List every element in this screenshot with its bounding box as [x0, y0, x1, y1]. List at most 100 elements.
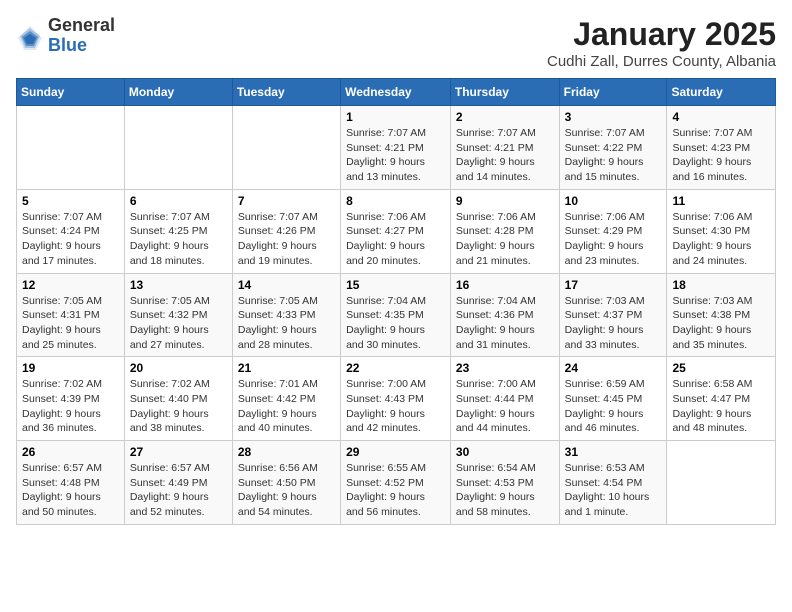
calendar-week-row: 12Sunrise: 7:05 AM Sunset: 4:31 PM Dayli…: [17, 273, 776, 357]
day-info: Sunrise: 6:54 AM Sunset: 4:53 PM Dayligh…: [456, 461, 554, 520]
day-number: 19: [22, 361, 119, 375]
table-row: 17 Sunrise: 7:03 AM Sunset: 4:37 PM Dayli…: [559, 273, 667, 357]
table-row: 21 Sunrise: 7:01 AM Sunset: 4:42 PM Dayli…: [232, 357, 340, 441]
day-number: 25: [672, 361, 770, 375]
table-row: 7 Sunrise: 7:07 AM Sunset: 4:26 PM Daylig…: [232, 189, 340, 273]
day-info: Sunrise: 7:05 AM Sunset: 4:32 PM Dayligh…: [130, 294, 227, 353]
day-number: 26: [22, 445, 119, 459]
table-row: [124, 106, 232, 190]
day-info: Sunrise: 7:00 AM Sunset: 4:44 PM Dayligh…: [456, 377, 554, 436]
table-row: [17, 106, 125, 190]
day-info: Sunrise: 7:07 AM Sunset: 4:21 PM Dayligh…: [456, 126, 554, 185]
table-row: 22Sunrise: 7:00 AM Sunset: 4:43 PM Dayli…: [341, 357, 451, 441]
day-number: 11: [672, 194, 770, 208]
day-number: 4: [672, 110, 770, 124]
day-info: Sunrise: 6:58 AM Sunset: 4:47 PM Dayligh…: [672, 377, 770, 436]
day-number: 5: [22, 194, 119, 208]
day-info: Sunrise: 7:03 AM Sunset: 4:38 PM Dayligh…: [672, 294, 770, 353]
table-row: 20 Sunrise: 7:02 AM Sunset: 4:40 PM Dayli…: [124, 357, 232, 441]
day-number: 24: [565, 361, 662, 375]
calendar-table: Sunday Monday Tuesday Wednesday Thursday…: [16, 78, 776, 525]
table-row: 28 Sunrise: 6:56 AM Sunset: 4:50 PM Dayli…: [232, 441, 340, 525]
day-number: 27: [130, 445, 227, 459]
title-block: January 2025 Cudhi Zall, Durres County, …: [547, 16, 776, 70]
table-row: 15 Sunrise: 7:04 AM Sunset: 4:35 PM Dayli…: [341, 273, 451, 357]
day-info: Sunrise: 7:07 AM Sunset: 4:26 PM Dayligh…: [238, 210, 335, 269]
table-row: 13 Sunrise: 7:05 AM Sunset: 4:32 PM Dayli…: [124, 273, 232, 357]
header-friday: Friday: [559, 79, 667, 106]
day-info: Sunrise: 7:07 AM Sunset: 4:22 PM Dayligh…: [565, 126, 662, 185]
table-row: 4 Sunrise: 7:07 AM Sunset: 4:23 PM Daylig…: [667, 106, 776, 190]
table-row: 9Sunrise: 7:06 AM Sunset: 4:28 PM Daylig…: [450, 189, 559, 273]
table-row: 8 Sunrise: 7:06 AM Sunset: 4:27 PM Daylig…: [341, 189, 451, 273]
day-number: 16: [456, 278, 554, 292]
table-row: 23 Sunrise: 7:00 AM Sunset: 4:44 PM Dayli…: [450, 357, 559, 441]
day-info: Sunrise: 6:56 AM Sunset: 4:50 PM Dayligh…: [238, 461, 335, 520]
day-number: 23: [456, 361, 554, 375]
table-row: 11Sunrise: 7:06 AM Sunset: 4:30 PM Dayli…: [667, 189, 776, 273]
table-row: 3 Sunrise: 7:07 AM Sunset: 4:22 PM Daylig…: [559, 106, 667, 190]
calendar-week-row: 1 Sunrise: 7:07 AM Sunset: 4:21 PM Daylig…: [17, 106, 776, 190]
location-subtitle: Cudhi Zall, Durres County, Albania: [547, 53, 776, 70]
header-wednesday: Wednesday: [341, 79, 451, 106]
table-row: 25 Sunrise: 6:58 AM Sunset: 4:47 PM Dayli…: [667, 357, 776, 441]
day-info: Sunrise: 7:07 AM Sunset: 4:23 PM Dayligh…: [672, 126, 770, 185]
day-info: Sunrise: 7:04 AM Sunset: 4:35 PM Dayligh…: [346, 294, 445, 353]
day-info: Sunrise: 6:55 AM Sunset: 4:52 PM Dayligh…: [346, 461, 445, 520]
day-info: Sunrise: 7:01 AM Sunset: 4:42 PM Dayligh…: [238, 377, 335, 436]
day-number: 1: [346, 110, 445, 124]
table-row: 24 Sunrise: 6:59 AM Sunset: 4:45 PM Dayli…: [559, 357, 667, 441]
day-number: 31: [565, 445, 662, 459]
logo-blue-text: Blue: [48, 36, 115, 56]
day-info: Sunrise: 7:03 AM Sunset: 4:37 PM Dayligh…: [565, 294, 662, 353]
day-number: 2: [456, 110, 554, 124]
table-row: [232, 106, 340, 190]
weekday-header-row: Sunday Monday Tuesday Wednesday Thursday…: [17, 79, 776, 106]
table-row: 30Sunrise: 6:54 AM Sunset: 4:53 PM Dayli…: [450, 441, 559, 525]
day-info: Sunrise: 6:59 AM Sunset: 4:45 PM Dayligh…: [565, 377, 662, 436]
day-number: 6: [130, 194, 227, 208]
logo-general-text: General: [48, 16, 115, 36]
day-number: 17: [565, 278, 662, 292]
table-row: 12Sunrise: 7:05 AM Sunset: 4:31 PM Dayli…: [17, 273, 125, 357]
table-row: 2 Sunrise: 7:07 AM Sunset: 4:21 PM Daylig…: [450, 106, 559, 190]
day-number: 9: [456, 194, 554, 208]
day-number: 15: [346, 278, 445, 292]
table-row: 19 Sunrise: 7:02 AM Sunset: 4:39 PM Dayli…: [17, 357, 125, 441]
header-thursday: Thursday: [450, 79, 559, 106]
day-number: 10: [565, 194, 662, 208]
day-info: Sunrise: 7:00 AM Sunset: 4:43 PM Dayligh…: [346, 377, 445, 436]
header-sunday: Sunday: [17, 79, 125, 106]
day-number: 13: [130, 278, 227, 292]
day-info: Sunrise: 6:57 AM Sunset: 4:49 PM Dayligh…: [130, 461, 227, 520]
table-row: 10 Sunrise: 7:06 AM Sunset: 4:29 PM Dayli…: [559, 189, 667, 273]
header-tuesday: Tuesday: [232, 79, 340, 106]
day-info: Sunrise: 7:06 AM Sunset: 4:27 PM Dayligh…: [346, 210, 445, 269]
day-info: Sunrise: 7:02 AM Sunset: 4:39 PM Dayligh…: [22, 377, 119, 436]
logo: General Blue: [16, 16, 115, 56]
day-info: Sunrise: 7:06 AM Sunset: 4:29 PM Dayligh…: [565, 210, 662, 269]
day-info: Sunrise: 7:07 AM Sunset: 4:25 PM Dayligh…: [130, 210, 227, 269]
calendar-week-row: 5 Sunrise: 7:07 AM Sunset: 4:24 PM Daylig…: [17, 189, 776, 273]
day-number: 14: [238, 278, 335, 292]
table-row: [667, 441, 776, 525]
logo-text: General Blue: [48, 16, 115, 56]
day-info: Sunrise: 6:53 AM Sunset: 4:54 PM Dayligh…: [565, 461, 662, 520]
calendar-week-row: 19 Sunrise: 7:02 AM Sunset: 4:39 PM Dayli…: [17, 357, 776, 441]
table-row: 6 Sunrise: 7:07 AM Sunset: 4:25 PM Daylig…: [124, 189, 232, 273]
page-header: General Blue January 2025 Cudhi Zall, Du…: [16, 16, 776, 70]
table-row: 1Sunrise: 7:07 AM Sunset: 4:21 PM Daylig…: [341, 106, 451, 190]
header-monday: Monday: [124, 79, 232, 106]
day-number: 7: [238, 194, 335, 208]
day-number: 20: [130, 361, 227, 375]
day-number: 28: [238, 445, 335, 459]
table-row: 5 Sunrise: 7:07 AM Sunset: 4:24 PM Daylig…: [17, 189, 125, 273]
day-number: 29: [346, 445, 445, 459]
day-number: 3: [565, 110, 662, 124]
day-info: Sunrise: 7:07 AM Sunset: 4:24 PM Dayligh…: [22, 210, 119, 269]
table-row: 26Sunrise: 6:57 AM Sunset: 4:48 PM Dayli…: [17, 441, 125, 525]
day-number: 18: [672, 278, 770, 292]
day-info: Sunrise: 7:02 AM Sunset: 4:40 PM Dayligh…: [130, 377, 227, 436]
day-number: 8: [346, 194, 445, 208]
day-number: 21: [238, 361, 335, 375]
